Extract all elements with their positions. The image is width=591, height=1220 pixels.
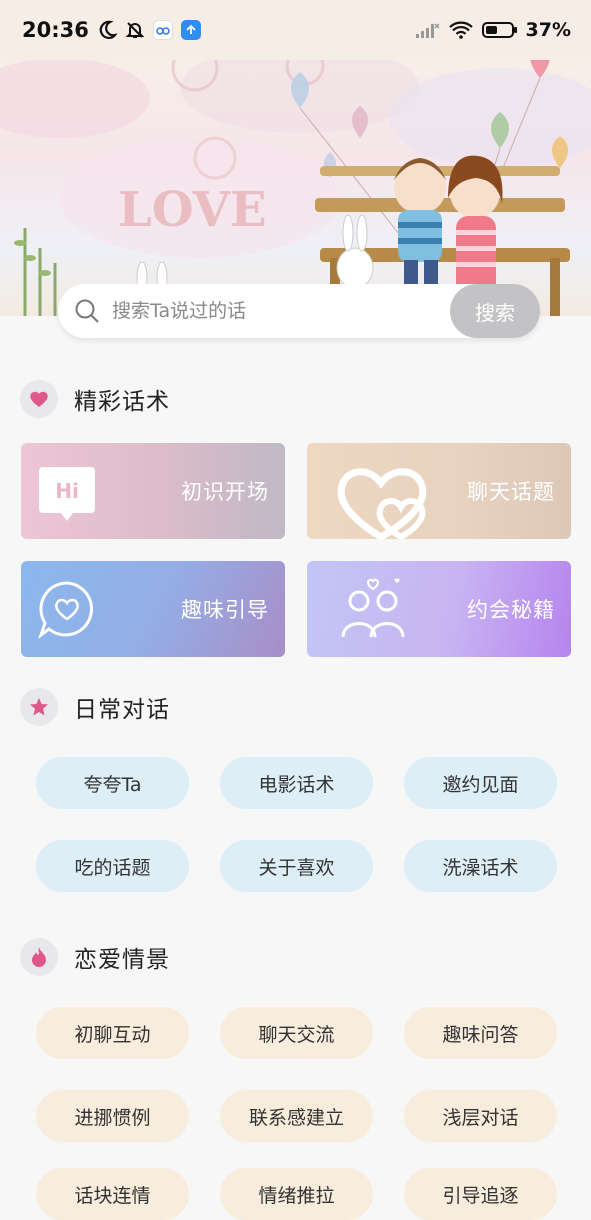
signal-icon (415, 23, 440, 38)
tag-love[interactable]: 联系感建立 (220, 1090, 373, 1142)
tag-love[interactable]: 初聊互动 (36, 1007, 189, 1059)
card-fun-guide-label: 趣味引导 (181, 598, 269, 622)
couple-icon (339, 577, 409, 643)
tag-love[interactable]: 浅层对话 (404, 1090, 557, 1142)
heart-bubble-icon (37, 579, 97, 643)
tag-daily[interactable]: 电影话术 (220, 757, 373, 809)
flame-icon (20, 938, 58, 976)
tag-daily[interactable]: 夸夸Ta (36, 757, 189, 809)
banner-illustration: LOVE (0, 48, 591, 316)
tag-love[interactable]: 话块连情 (36, 1168, 189, 1220)
upload-app-icon (180, 20, 201, 40)
banner-love-text: LOVE (118, 182, 267, 238)
card-chat-topics-label: 聊天话题 (467, 480, 555, 504)
status-time: 20:36 (22, 18, 89, 42)
svg-text:Hi: Hi (55, 479, 79, 503)
section-love-title: 恋爱情景 (74, 947, 170, 973)
battery-percent: 37% (525, 19, 571, 41)
search-button[interactable]: 搜索 (450, 284, 540, 338)
section-daily-title: 日常对话 (74, 697, 170, 723)
double-heart-icon (335, 465, 435, 539)
heart-icon (20, 380, 58, 418)
card-first-meet-label: 初识开场 (181, 480, 269, 504)
section-featured-header: 精彩话术 (20, 380, 170, 418)
search-icon (75, 299, 99, 323)
card-date-tips[interactable]: 约会秘籍 (307, 561, 571, 657)
tag-daily[interactable]: 邀约见面 (404, 757, 557, 809)
tag-love[interactable]: 引导追逐 (404, 1168, 557, 1220)
search-bar: 搜索 (58, 284, 540, 338)
card-fun-guide[interactable]: 趣味引导 (21, 561, 285, 657)
moon-icon (99, 20, 117, 39)
cloud-app-icon (152, 20, 173, 40)
wifi-icon (448, 21, 473, 39)
tag-love[interactable]: 趣味问答 (404, 1007, 557, 1059)
card-chat-topics[interactable]: 聊天话题 (307, 443, 571, 539)
card-first-meet[interactable]: Hi 初识开场 (21, 443, 285, 539)
battery-icon (481, 22, 517, 38)
section-daily-header: 日常对话 (20, 688, 170, 726)
tag-daily[interactable]: 关于喜欢 (220, 840, 373, 892)
tag-love[interactable]: 进挪惯例 (36, 1090, 189, 1142)
bell-off-icon (125, 22, 145, 38)
star-icon (20, 688, 58, 726)
card-date-tips-label: 约会秘籍 (467, 598, 555, 622)
tag-love[interactable]: 情绪推拉 (220, 1168, 373, 1220)
section-love-header: 恋爱情景 (20, 938, 170, 976)
status-bar: 20:36 37% (0, 0, 591, 60)
banner-image: LOVE (0, 48, 591, 316)
section-featured-title: 精彩话术 (74, 389, 170, 415)
hi-chat-icon: Hi (39, 467, 97, 527)
tag-daily[interactable]: 吃的话题 (36, 840, 189, 892)
tag-love[interactable]: 聊天交流 (220, 1007, 373, 1059)
tag-daily[interactable]: 洗澡话术 (404, 840, 557, 892)
